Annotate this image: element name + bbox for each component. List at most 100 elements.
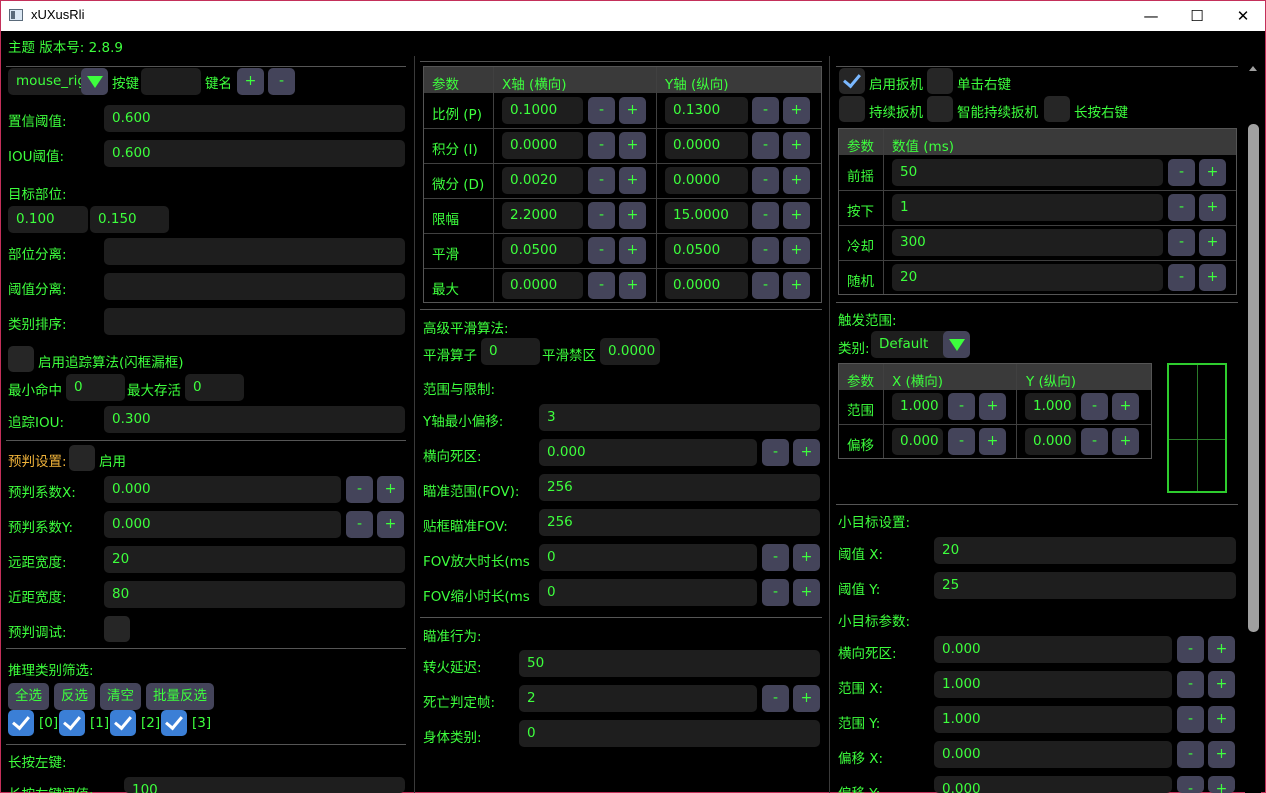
chevron-down-icon[interactable] <box>81 68 108 95</box>
long-left-thr-field[interactable]: 100 <box>124 777 405 793</box>
pid-x-plus-button[interactable]: + <box>619 167 646 194</box>
pid-x-field[interactable]: 0.1000 <box>502 97 583 124</box>
pid-x-plus-button[interactable]: + <box>619 97 646 124</box>
key-plus-button[interactable]: + <box>237 68 264 95</box>
hold-trigger-checkbox[interactable] <box>839 96 865 122</box>
trigger-plus-button[interactable]: + <box>1199 229 1226 256</box>
st-range-x-field[interactable]: 1.000 <box>934 671 1172 698</box>
range-x-field[interactable]: 1.000 <box>892 393 943 420</box>
fov-in-minus-button[interactable]: - <box>762 544 789 571</box>
st-dead-minus-button[interactable]: - <box>1177 636 1204 663</box>
range-y-minus-button[interactable]: - <box>1081 393 1108 420</box>
range-y-field[interactable]: 0.000 <box>1025 428 1076 455</box>
death-frame-plus-button[interactable]: + <box>793 685 820 712</box>
pred-x-minus-button[interactable]: - <box>346 476 373 503</box>
st-offset-y-minus-button[interactable]: - <box>1177 776 1204 793</box>
pid-x-plus-button[interactable]: + <box>619 202 646 229</box>
max-age-field[interactable]: 0 <box>185 374 244 401</box>
range-x-plus-button[interactable]: + <box>979 393 1006 420</box>
target-part-a-field[interactable]: 0.100 <box>8 206 88 233</box>
fire-delay-field[interactable]: 50 <box>519 650 820 677</box>
fov-in-field[interactable]: 0 <box>539 544 757 571</box>
pid-y-plus-button[interactable]: + <box>783 97 810 124</box>
fov-out-minus-button[interactable]: - <box>762 579 789 606</box>
st-range-x-minus-button[interactable]: - <box>1177 671 1204 698</box>
maximize-button[interactable]: ☐ <box>1174 1 1220 31</box>
smart-trigger-checkbox[interactable] <box>927 96 953 122</box>
st-range-y-field[interactable]: 1.000 <box>934 706 1172 733</box>
range-y-field[interactable]: 1.000 <box>1025 393 1076 420</box>
scroll-up-arrow-icon[interactable] <box>1249 66 1257 71</box>
target-part-b-field[interactable]: 0.150 <box>90 206 169 233</box>
close-button[interactable]: ✕ <box>1220 1 1266 31</box>
pred-y-field[interactable]: 0.000 <box>104 511 341 538</box>
class-1-checkbox[interactable] <box>59 710 85 736</box>
pid-y-plus-button[interactable]: + <box>783 272 810 299</box>
pid-y-plus-button[interactable]: + <box>783 237 810 264</box>
class-3-checkbox[interactable] <box>161 710 187 736</box>
trigger-plus-button[interactable]: + <box>1199 159 1226 186</box>
pred-y-plus-button[interactable]: + <box>377 511 404 538</box>
pid-x-field[interactable]: 0.0000 <box>502 132 583 159</box>
trigger-value-field[interactable]: 20 <box>892 264 1163 291</box>
pid-x-minus-button[interactable]: - <box>588 272 615 299</box>
fov-field[interactable]: 256 <box>539 474 820 501</box>
predict-enable-checkbox[interactable] <box>69 445 95 471</box>
y-min-offset-field[interactable]: 3 <box>539 404 820 431</box>
single-right-checkbox[interactable] <box>927 68 953 94</box>
thr-sep-field[interactable] <box>104 273 405 300</box>
fov-in-plus-button[interactable]: + <box>793 544 820 571</box>
key-minus-button[interactable]: - <box>268 68 295 95</box>
pid-y-field[interactable]: 0.0500 <box>665 237 748 264</box>
thr-x-field[interactable]: 20 <box>934 537 1236 564</box>
near-width-field[interactable]: 80 <box>104 581 405 608</box>
scrollbar-thumb[interactable] <box>1248 124 1259 632</box>
pid-y-minus-button[interactable]: - <box>752 237 779 264</box>
range-y-minus-button[interactable]: - <box>1081 428 1108 455</box>
death-frame-minus-button[interactable]: - <box>762 685 789 712</box>
pid-x-plus-button[interactable]: + <box>619 132 646 159</box>
death-frame-field[interactable]: 2 <box>519 685 757 712</box>
pred-debug-checkbox[interactable] <box>104 616 130 642</box>
pid-y-field[interactable]: 15.0000 <box>665 202 748 229</box>
trigger-minus-button[interactable]: - <box>1168 159 1195 186</box>
range-y-plus-button[interactable]: + <box>1112 428 1139 455</box>
pred-y-minus-button[interactable]: - <box>346 511 373 538</box>
track-iou-field[interactable]: 0.300 <box>104 406 405 433</box>
pid-x-minus-button[interactable]: - <box>588 132 615 159</box>
range-x-minus-button[interactable]: - <box>948 393 975 420</box>
fov-out-field[interactable]: 0 <box>539 579 757 606</box>
minimize-button[interactable]: — <box>1128 1 1174 31</box>
trigger-enable-checkbox[interactable] <box>839 68 865 94</box>
trigger-minus-button[interactable]: - <box>1168 194 1195 221</box>
invert-button[interactable]: 反选 <box>54 683 95 710</box>
pid-y-plus-button[interactable]: + <box>783 132 810 159</box>
pred-x-field[interactable]: 0.000 <box>104 476 341 503</box>
cls-sort-field[interactable] <box>104 308 405 335</box>
pred-x-plus-button[interactable]: + <box>377 476 404 503</box>
class-2-checkbox[interactable] <box>110 710 136 736</box>
range-x-minus-button[interactable]: - <box>948 428 975 455</box>
pid-x-minus-button[interactable]: - <box>588 237 615 264</box>
pid-x-field[interactable]: 0.0020 <box>502 167 583 194</box>
pid-x-plus-button[interactable]: + <box>619 272 646 299</box>
trigger-value-field[interactable]: 50 <box>892 159 1163 186</box>
st-dead-plus-button[interactable]: + <box>1208 636 1235 663</box>
st-offset-y-plus-button[interactable]: + <box>1208 776 1235 793</box>
pid-y-minus-button[interactable]: - <box>752 272 779 299</box>
iou-field[interactable]: 0.600 <box>104 140 405 167</box>
st-offset-x-minus-button[interactable]: - <box>1177 741 1204 768</box>
smooth-dead-field[interactable]: 0.0000 <box>600 338 660 365</box>
body-class-field[interactable]: 0 <box>519 720 820 747</box>
trigger-minus-button[interactable]: - <box>1168 264 1195 291</box>
pid-x-minus-button[interactable]: - <box>588 167 615 194</box>
st-offset-x-plus-button[interactable]: + <box>1208 741 1235 768</box>
x-dead-field[interactable]: 0.000 <box>539 439 757 466</box>
x-dead-plus-button[interactable]: + <box>793 439 820 466</box>
chevron-down-icon[interactable] <box>943 331 970 358</box>
fov-out-plus-button[interactable]: + <box>793 579 820 606</box>
st-range-y-minus-button[interactable]: - <box>1177 706 1204 733</box>
pid-y-minus-button[interactable]: - <box>752 132 779 159</box>
class-0-checkbox[interactable] <box>8 710 34 736</box>
pid-x-field[interactable]: 0.0500 <box>502 237 583 264</box>
